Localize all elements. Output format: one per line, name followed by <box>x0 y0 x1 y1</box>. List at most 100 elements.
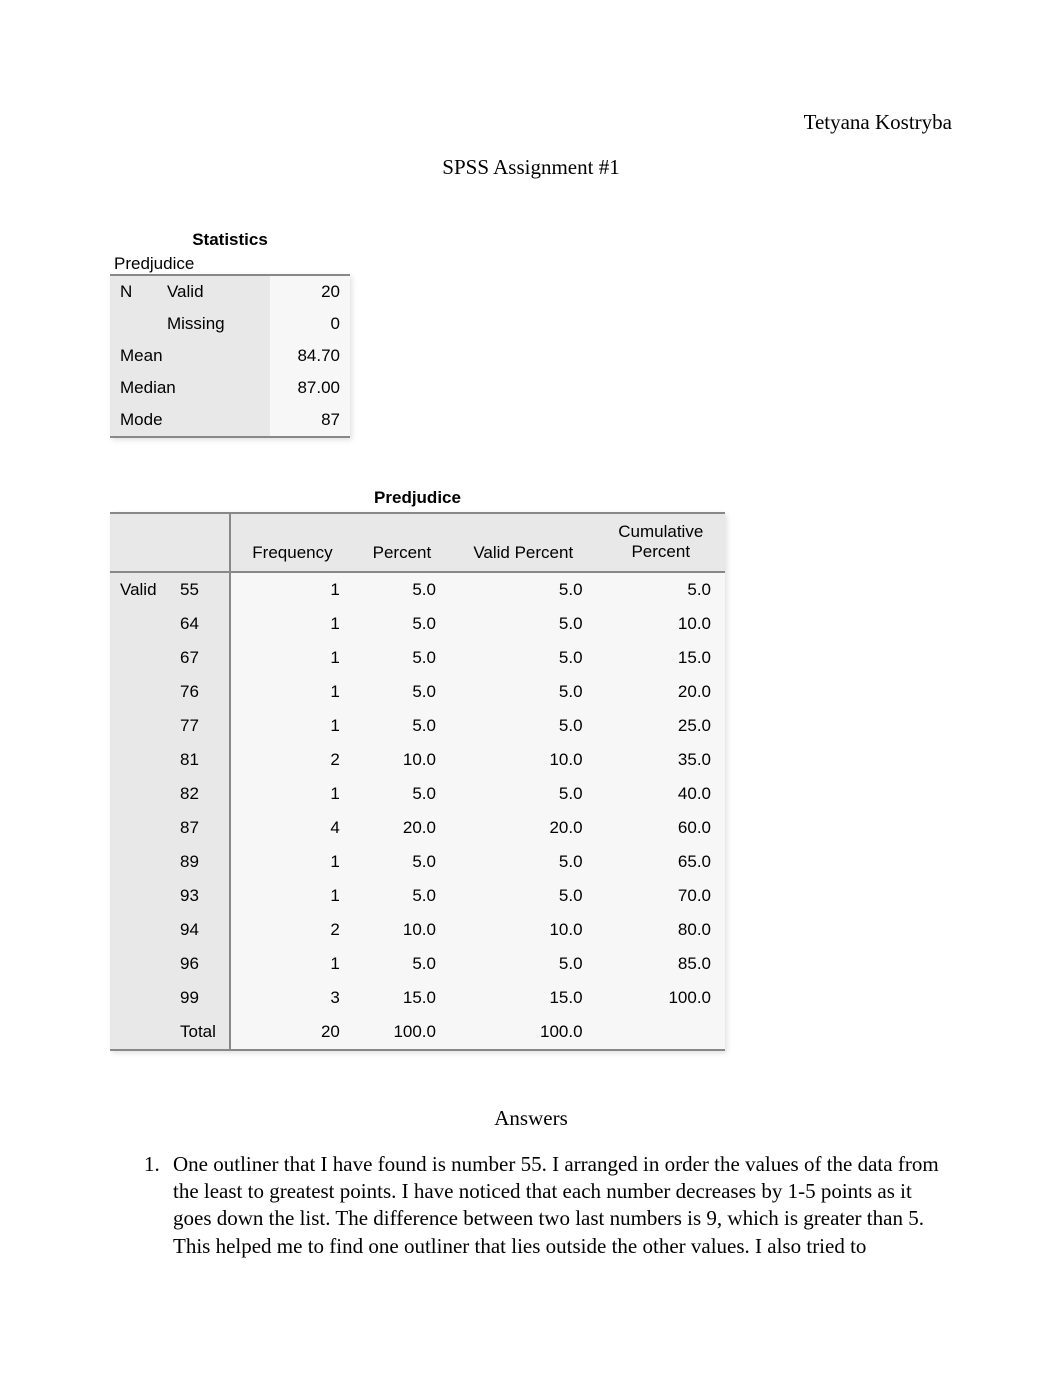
frequency-table: Frequency Percent Valid Percent Cumulati… <box>110 512 725 1051</box>
table-row: 7615.05.020.0 <box>110 675 725 709</box>
cell-percent: 15.0 <box>354 981 450 1015</box>
statistics-table: N Valid 20 Missing 0 Mean 84.70 Median 8… <box>110 274 350 438</box>
answers-title: Answers <box>110 1106 952 1131</box>
row-value: 93 <box>170 879 230 913</box>
cell-valid_percent: 5.0 <box>450 607 597 641</box>
cell-valid_percent: 5.0 <box>450 947 597 981</box>
col-percent: Percent <box>354 513 450 572</box>
stat-valid-label: Valid <box>157 275 270 308</box>
cell-frequency: 4 <box>230 811 354 845</box>
page-title: SPSS Assignment #1 <box>110 155 952 180</box>
table-row: 94210.010.080.0 <box>110 913 725 947</box>
cell-cumulative: 65.0 <box>597 845 725 879</box>
row-value: 81 <box>170 743 230 777</box>
cell-cumulative: 40.0 <box>597 777 725 811</box>
stat-missing-label: Missing <box>157 308 270 340</box>
cell-cumulative: 25.0 <box>597 709 725 743</box>
table-row: N Valid 20 <box>110 275 350 308</box>
table-row: 8915.05.065.0 <box>110 845 725 879</box>
cell-percent: 5.0 <box>354 675 450 709</box>
table-row: 87420.020.060.0 <box>110 811 725 845</box>
stat-mean-value: 84.70 <box>270 340 350 372</box>
cell-cumulative: 80.0 <box>597 913 725 947</box>
blank-header <box>170 513 230 572</box>
row-value: 96 <box>170 947 230 981</box>
total-label: Total <box>170 1015 230 1050</box>
cell-frequency: 3 <box>230 981 354 1015</box>
cell-valid_percent: 5.0 <box>450 709 597 743</box>
valid-label: Valid <box>110 572 170 1050</box>
total-valid_percent: 100.0 <box>450 1015 597 1050</box>
table-row: Mean 84.70 <box>110 340 350 372</box>
frequency-section: Predjudice Frequency Percent Valid Perce… <box>110 488 952 1051</box>
cell-frequency: 1 <box>230 572 354 607</box>
cell-percent: 5.0 <box>354 947 450 981</box>
table-row: 8215.05.040.0 <box>110 777 725 811</box>
cell-valid_percent: 20.0 <box>450 811 597 845</box>
cell-percent: 5.0 <box>354 777 450 811</box>
cell-valid_percent: 5.0 <box>450 675 597 709</box>
cell-valid_percent: 10.0 <box>450 743 597 777</box>
table-row: 7715.05.025.0 <box>110 709 725 743</box>
stat-mode-label: Mode <box>110 404 270 437</box>
cell-percent: 5.0 <box>354 709 450 743</box>
statistics-section: Statistics Predjudice N Valid 20 Missing… <box>110 230 952 438</box>
row-value: 76 <box>170 675 230 709</box>
table-total-row: Total20100.0100.0 <box>110 1015 725 1050</box>
stat-median-label: Median <box>110 372 270 404</box>
cell-frequency: 2 <box>230 913 354 947</box>
statistics-title: Statistics <box>110 230 350 250</box>
cell-valid_percent: 5.0 <box>450 572 597 607</box>
table-row: 9315.05.070.0 <box>110 879 725 913</box>
cell-frequency: 1 <box>230 845 354 879</box>
cell-cumulative: 35.0 <box>597 743 725 777</box>
cell-cumulative: 10.0 <box>597 607 725 641</box>
cell-cumulative: 60.0 <box>597 811 725 845</box>
cell-frequency: 1 <box>230 675 354 709</box>
stat-missing-value: 0 <box>270 308 350 340</box>
total-percent: 100.0 <box>354 1015 450 1050</box>
cell-cumulative: 85.0 <box>597 947 725 981</box>
total-cumulative <box>597 1015 725 1050</box>
stat-mean-label: Mean <box>110 340 270 372</box>
row-value: 77 <box>170 709 230 743</box>
cell-cumulative: 5.0 <box>597 572 725 607</box>
cell-cumulative: 20.0 <box>597 675 725 709</box>
row-value: 55 <box>170 572 230 607</box>
cell-frequency: 1 <box>230 709 354 743</box>
row-value: 87 <box>170 811 230 845</box>
cell-valid_percent: 10.0 <box>450 913 597 947</box>
cell-frequency: 1 <box>230 777 354 811</box>
table-row: Median 87.00 <box>110 372 350 404</box>
cell-percent: 5.0 <box>354 879 450 913</box>
row-value: 94 <box>170 913 230 947</box>
blank-header <box>110 513 170 572</box>
cell-valid_percent: 5.0 <box>450 845 597 879</box>
table-row: 6415.05.010.0 <box>110 607 725 641</box>
cell-percent: 5.0 <box>354 607 450 641</box>
answers-list: One outliner that I have found is number… <box>110 1151 952 1260</box>
row-value: 67 <box>170 641 230 675</box>
cell-cumulative: 100.0 <box>597 981 725 1015</box>
cell-percent: 10.0 <box>354 913 450 947</box>
cell-valid_percent: 5.0 <box>450 777 597 811</box>
table-row: 6715.05.015.0 <box>110 641 725 675</box>
author-name: Tetyana Kostryba <box>110 110 952 135</box>
stat-n-label: N <box>110 275 157 340</box>
cell-valid_percent: 15.0 <box>450 981 597 1015</box>
table-row: Mode 87 <box>110 404 350 437</box>
cell-percent: 20.0 <box>354 811 450 845</box>
cell-percent: 5.0 <box>354 845 450 879</box>
col-cumulative-percent: CumulativePercent <box>597 513 725 572</box>
answer-item-1: One outliner that I have found is number… <box>165 1151 952 1260</box>
cell-frequency: 1 <box>230 879 354 913</box>
cell-percent: 5.0 <box>354 572 450 607</box>
cell-frequency: 1 <box>230 607 354 641</box>
cell-valid_percent: 5.0 <box>450 879 597 913</box>
cell-frequency: 1 <box>230 947 354 981</box>
stat-mode-value: 87 <box>270 404 350 437</box>
cell-frequency: 1 <box>230 641 354 675</box>
table-row: 9615.05.085.0 <box>110 947 725 981</box>
cell-percent: 5.0 <box>354 641 450 675</box>
col-cumulative-text: CumulativePercent <box>618 522 703 561</box>
